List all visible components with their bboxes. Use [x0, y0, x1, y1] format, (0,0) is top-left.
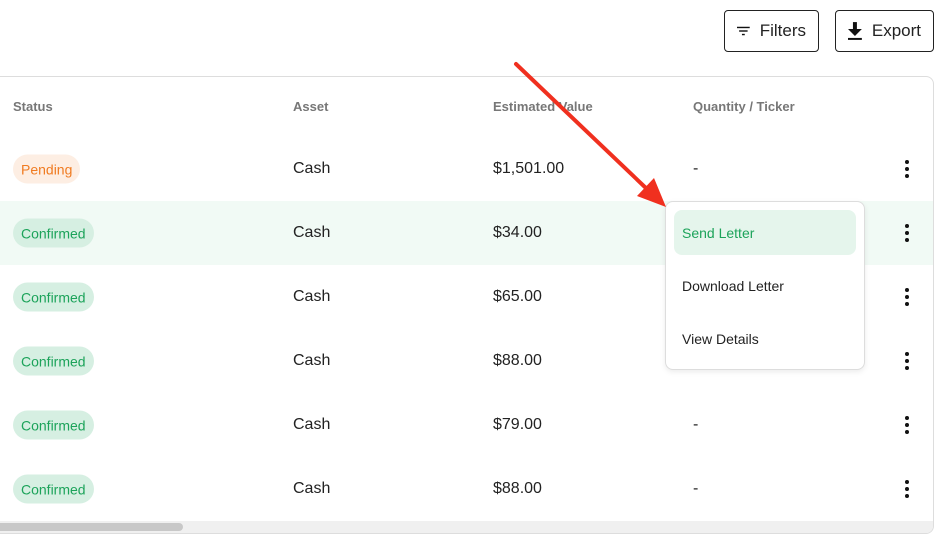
more-vertical-icon[interactable]	[903, 416, 911, 434]
download-icon	[848, 22, 862, 40]
filters-label: Filters	[759, 21, 806, 40]
table-row[interactable]: Confirmed Cash $88.00 -	[0, 457, 933, 521]
estimated-value-cell: $34.00	[493, 224, 542, 241]
estimated-value-cell: $88.00	[493, 480, 542, 497]
status-badge: Confirmed	[13, 410, 94, 440]
status-badge: Confirmed	[13, 474, 94, 504]
scrollbar-thumb[interactable]	[0, 523, 183, 531]
more-vertical-icon[interactable]	[903, 224, 911, 242]
column-header-asset[interactable]: Asset	[293, 99, 328, 114]
quantity-ticker-cell: -	[693, 160, 699, 177]
more-vertical-icon[interactable]	[903, 288, 911, 306]
estimated-value-cell: $79.00	[493, 416, 542, 433]
asset-cell: Cash	[293, 224, 331, 241]
export-button[interactable]: Export	[835, 10, 934, 52]
quantity-ticker-cell: -	[693, 480, 699, 497]
table-row[interactable]: Pending Cash $1,501.00 -	[0, 137, 933, 201]
status-badge: Confirmed	[13, 282, 94, 312]
asset-cell: Cash	[293, 416, 331, 433]
asset-cell: Cash	[293, 352, 331, 369]
table-row[interactable]: Confirmed Cash $79.00 -	[0, 393, 933, 457]
quantity-ticker-cell: -	[693, 416, 699, 433]
filters-button[interactable]: Filters	[724, 10, 819, 52]
status-badge: Confirmed	[13, 218, 94, 248]
asset-cell: Cash	[293, 160, 331, 177]
more-vertical-icon[interactable]	[903, 480, 911, 498]
column-header-quantity-ticker[interactable]: Quantity / Ticker	[693, 99, 795, 114]
estimated-value-cell: $1,501.00	[493, 160, 565, 177]
asset-cell: Cash	[293, 288, 331, 305]
column-header-status[interactable]: Status	[13, 99, 53, 114]
estimated-value-cell: $88.00	[493, 352, 542, 369]
more-vertical-icon[interactable]	[903, 160, 911, 178]
status-badge: Pending	[13, 154, 81, 184]
menu-item-view-details[interactable]: View Details	[674, 316, 856, 361]
estimated-value-cell: $65.00	[493, 288, 542, 305]
export-label: Export	[871, 21, 921, 40]
horizontal-scrollbar[interactable]	[0, 521, 933, 533]
asset-cell: Cash	[293, 480, 331, 497]
status-badge: Confirmed	[13, 346, 94, 376]
column-header-estimated-value[interactable]: Estimated Value	[493, 99, 593, 114]
menu-item-send-letter[interactable]: Send Letter	[674, 210, 856, 255]
menu-item-download-letter[interactable]: Download Letter	[674, 263, 856, 308]
row-actions-menu: Send Letter Download Letter View Details	[665, 201, 865, 370]
filter-icon	[737, 26, 750, 36]
more-vertical-icon[interactable]	[903, 352, 911, 370]
